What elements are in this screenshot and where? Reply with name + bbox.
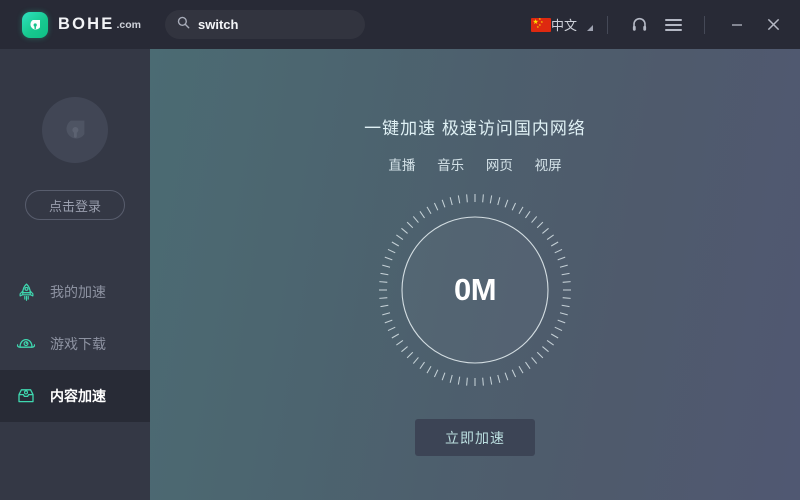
app-logo[interactable]: BOHE .com: [22, 11, 141, 38]
gauge-value: 0M: [453, 272, 497, 307]
divider: [704, 15, 705, 34]
sidebar-nav: 我的加速 游戏下载 内容加速: [0, 266, 150, 422]
page-title: 一键加速 极速访问国内网络: [364, 119, 586, 138]
login-button-label: 点击登录: [48, 198, 101, 214]
speed-gauge[interactable]: 0M: [375, 190, 575, 390]
logo-text: BOHE: [58, 15, 115, 33]
login-button[interactable]: 点击登录: [25, 190, 125, 220]
inbox-box-icon: [14, 384, 38, 408]
sidebar-item-label: 游戏下载: [50, 336, 106, 352]
accelerate-button[interactable]: 立即加速: [415, 419, 535, 456]
search-value: switch: [198, 17, 239, 32]
sidebar-item-game-download[interactable]: 游戏下载: [0, 318, 150, 370]
china-flag-icon: ★ ★ ★ ★ ★: [530, 17, 551, 32]
avatar[interactable]: [42, 97, 108, 163]
tag-webpage[interactable]: 网页: [486, 158, 513, 173]
category-tags: 直播 音乐 网页 视屏: [150, 154, 800, 174]
close-button[interactable]: [760, 12, 786, 38]
title-bar-controls: ★ ★ ★ ★ ★ 中文: [521, 0, 800, 49]
sidebar-item-label: 我的加速: [50, 284, 106, 300]
language-selector[interactable]: ★ ★ ★ ★ ★ 中文: [530, 15, 593, 34]
app-window: BOHE .com switch ★ ★ ★ ★ ★ 中文 点击登录 我的加速 …: [0, 0, 800, 500]
sidebar-item-content-acceleration[interactable]: 内容加速: [0, 370, 150, 422]
avatar-logo-icon: [66, 120, 85, 139]
headset-icon[interactable]: [628, 14, 650, 36]
tag-video[interactable]: 视屏: [535, 158, 562, 173]
language-label: 中文: [550, 18, 577, 33]
title-bar: BOHE .com switch ★ ★ ★ ★ ★ 中文: [0, 0, 800, 49]
tag-music[interactable]: 音乐: [437, 158, 464, 173]
logo-suffix: .com: [116, 18, 141, 31]
accelerate-button-label: 立即加速: [445, 429, 505, 446]
sidebar: 点击登录 我的加速 游戏下载 内容加速: [0, 49, 150, 500]
search-input[interactable]: switch: [165, 10, 365, 39]
hamburger-lines: [664, 16, 682, 34]
sidebar-item-my-acceleration[interactable]: 我的加速: [0, 266, 150, 318]
divider: [607, 15, 608, 34]
bohe-shield-logo-icon: [22, 11, 48, 38]
minimize-button[interactable]: [724, 12, 750, 38]
search-icon: [177, 16, 190, 34]
game-controller-icon: [14, 332, 38, 356]
sidebar-item-label: 内容加速: [50, 388, 106, 404]
dropdown-caret-icon: [587, 24, 593, 31]
main-content: 一键加速 极速访问国内网络 直播 音乐 网页 视屏 0M 立即加速: [150, 49, 800, 500]
tag-live[interactable]: 直播: [388, 158, 415, 173]
hamburger-menu-icon[interactable]: [662, 14, 684, 36]
rocket-icon: [14, 280, 38, 304]
